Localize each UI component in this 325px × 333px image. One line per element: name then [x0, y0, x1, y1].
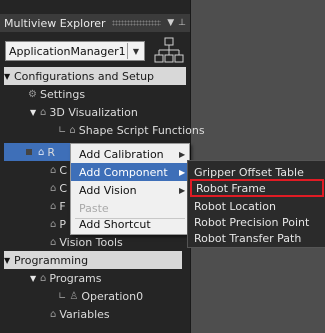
tree-node-label: Variables — [59, 307, 110, 321]
expand-arrow-icon[interactable]: ▼ — [30, 108, 40, 117]
tree-node-label: Configurations and Setup — [14, 69, 155, 83]
node-marker — [26, 149, 32, 155]
folder-icon: ⌂ — [38, 146, 45, 158]
tree-node-label: Vision Tools — [59, 235, 123, 249]
tree-node-c1[interactable]: ⌂ C — [50, 161, 67, 179]
tree-node-c2[interactable]: ⌂ C — [50, 179, 67, 197]
tree-node-label: P — [59, 217, 66, 231]
tree-node-label: C — [59, 163, 68, 177]
chevron-down-icon[interactable]: ▼ — [127, 43, 144, 59]
tree-node-programs[interactable]: ▼ ⌂ Programs — [30, 269, 102, 287]
hierarchy-icon[interactable] — [154, 37, 184, 65]
folder-icon: ⌂ — [50, 218, 57, 230]
tree-branch-icon: ∟ — [58, 290, 67, 302]
panel-title: Multiview Explorer — [4, 16, 106, 30]
submenu-item-robot-transfer-path[interactable]: Robot Transfer Path — [188, 229, 325, 247]
folder-icon: ⌂ — [50, 182, 57, 194]
folder-icon: ⌂ — [69, 124, 76, 136]
panel-titlebar[interactable]: Multiview Explorer ▼ ⊥ — [0, 14, 190, 32]
tree-node-variables[interactable]: ⌂ Variables — [50, 305, 110, 323]
menu-item-add-vision[interactable]: Add Vision ▶ — [71, 181, 189, 199]
tree-node-label: Programs — [49, 271, 102, 285]
tree-node-label: Settings — [39, 87, 86, 101]
expand-arrow-icon[interactable]: ▼ — [30, 274, 40, 283]
tree-node-label: C — [59, 181, 68, 195]
tree-node-label: Shape Script Functions — [78, 123, 205, 137]
application-selector-value: ApplicationManager1 — [9, 44, 126, 58]
folder-icon: ⌂ — [50, 236, 57, 248]
tree-node-vision-tools[interactable]: ⌂ Vision Tools — [50, 233, 123, 251]
application-selector[interactable]: ApplicationManager1 ▼ — [5, 41, 145, 61]
pin-icon[interactable]: ⊥ — [178, 18, 186, 28]
add-component-submenu: Gripper Offset Table Robot Frame Robot L… — [187, 160, 325, 248]
tree-node-shape-script-functions[interactable]: ∟ ⌂ Shape Script Functions — [58, 121, 205, 139]
tree-node-programming[interactable]: ▼ Programming — [4, 251, 182, 269]
tree-node-label: R — [47, 145, 56, 159]
tree-node-label: Operation0 — [81, 289, 144, 303]
tree-node-configurations[interactable]: ▼ Configurations and Setup — [4, 67, 186, 85]
folder-icon: ⌂ — [50, 308, 57, 320]
tree-node-3d-visualization[interactable]: ▼ ⌂ 3D Visualization — [30, 103, 138, 121]
menu-item-add-calibration[interactable]: Add Calibration ▶ — [71, 145, 189, 163]
menu-item-add-shortcut[interactable]: Add Shortcut — [71, 215, 189, 233]
tree-node-operation0[interactable]: ∟ ♙ Operation0 — [58, 287, 143, 305]
drag-grip[interactable] — [111, 20, 162, 26]
chevron-down-icon[interactable]: ▼ — [167, 18, 174, 28]
tree-node-settings[interactable]: ⚙ Settings — [28, 85, 85, 103]
folder-icon: ⌂ — [50, 164, 57, 176]
tree-node-label: 3D Visualization — [49, 105, 138, 119]
context-menu: Add Calibration ▶ Add Component ▶ Add Vi… — [70, 143, 190, 235]
menu-item-add-component[interactable]: Add Component ▶ — [71, 163, 189, 181]
operation-icon: ♙ — [69, 290, 79, 302]
tree-node-f[interactable]: ⌂ F — [50, 197, 66, 215]
tree-branch-icon: ∟ — [58, 124, 67, 136]
chevron-right-icon: ▶ — [179, 149, 186, 159]
submenu-item-robot-frame[interactable]: Robot Frame — [190, 179, 324, 197]
settings-icon: ⚙ — [28, 88, 37, 100]
folder-icon: ⌂ — [40, 272, 47, 284]
tree-node-label: Programming — [14, 253, 89, 267]
expand-arrow-icon[interactable]: ▼ — [4, 72, 14, 81]
folder-icon: ⌂ — [40, 106, 47, 118]
folder-icon: ⌂ — [50, 200, 57, 212]
tree-node-p[interactable]: ⌂ P — [50, 215, 66, 233]
tree-node-label: F — [59, 199, 66, 213]
tree-node-selected[interactable]: ⌂ R — [4, 143, 74, 161]
expand-arrow-icon[interactable]: ▼ — [4, 256, 14, 265]
